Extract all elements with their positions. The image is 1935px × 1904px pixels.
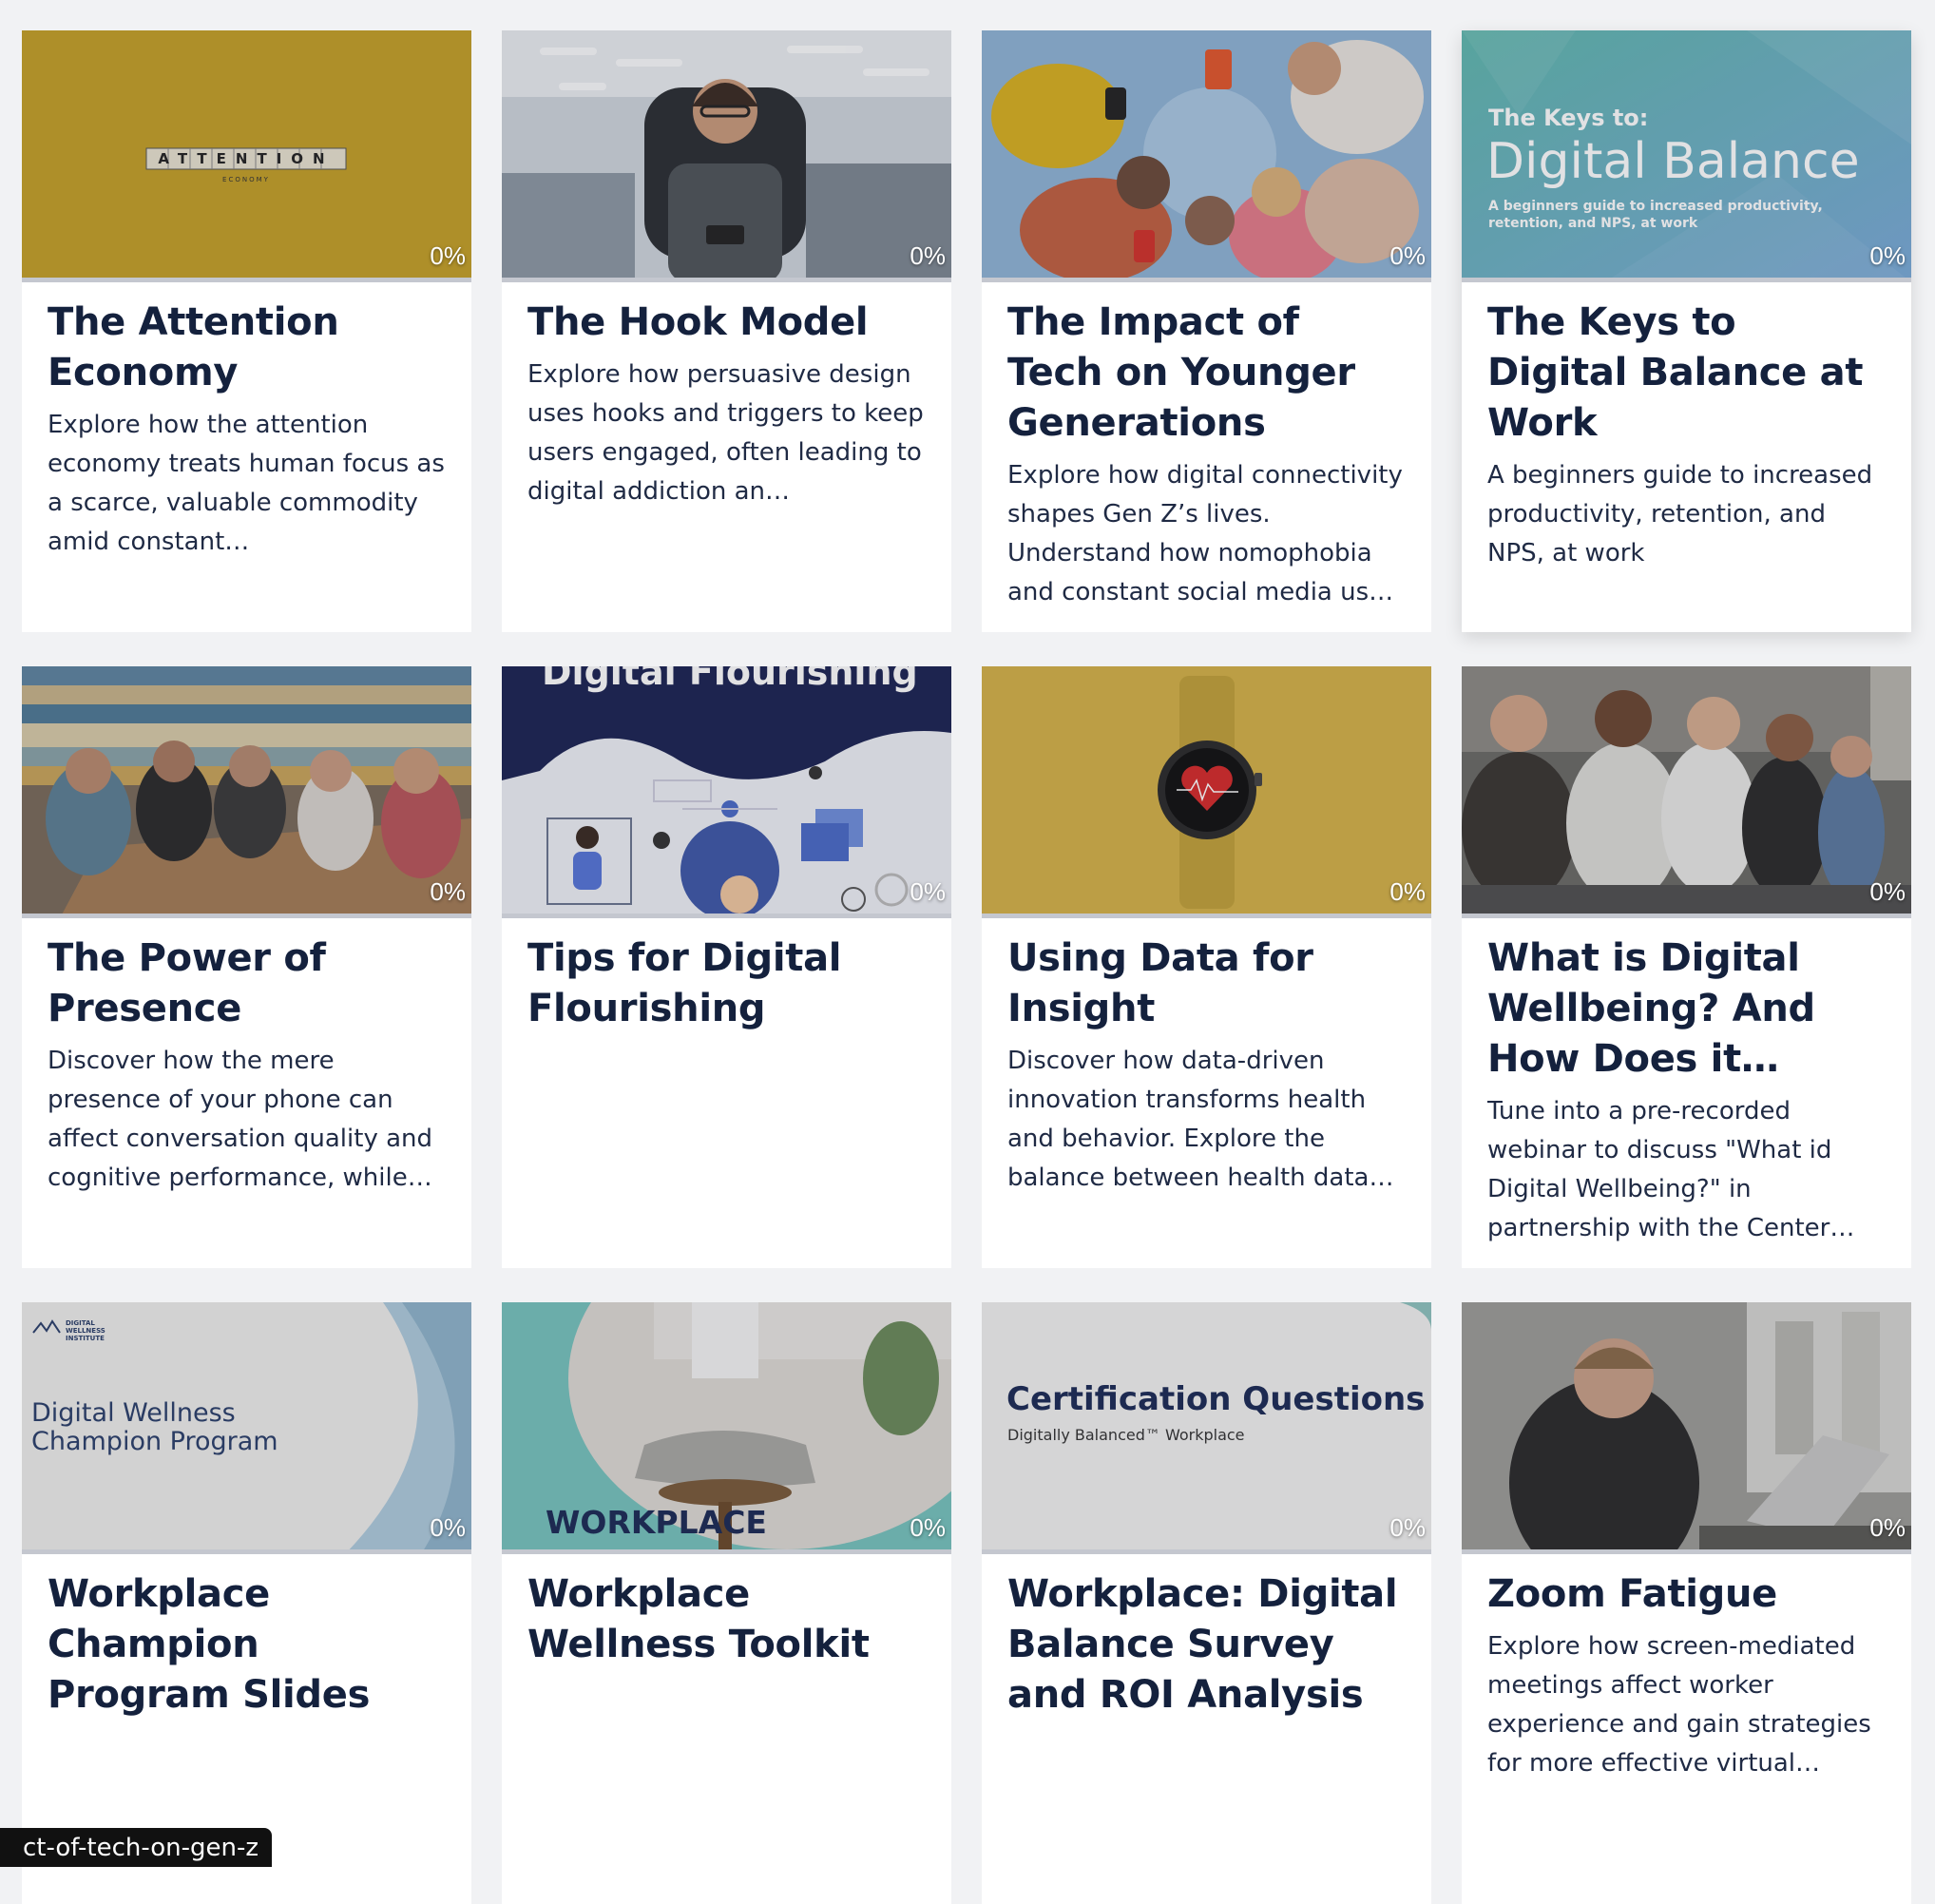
course-thumbnail[interactable]: DIGITAL WELLNESS INSTITUTE Digital Welln… <box>22 1302 471 1554</box>
thumbnail-tint <box>22 1302 471 1554</box>
thumbnail-tint <box>982 1302 1431 1554</box>
progress-label: 0% <box>1869 877 1906 906</box>
course-thumbnail[interactable]: 0% <box>982 666 1431 918</box>
progress-bar <box>502 1549 951 1554</box>
thumbnail-tint <box>982 666 1431 918</box>
progress-bar <box>1462 914 1911 918</box>
course-description: Discover how data-driven innovation tran… <box>1007 1047 1394 1192</box>
course-description: A beginners guide to increased productiv… <box>1487 461 1873 567</box>
thumbnail-tint <box>1462 1302 1911 1554</box>
thumbnail-tint <box>1462 30 1911 282</box>
progress-bar <box>982 278 1431 282</box>
progress-label: 0% <box>1389 877 1426 906</box>
progress-label: 0% <box>910 241 946 270</box>
course-card-champion-program[interactable]: DIGITAL WELLNESS INSTITUTE Digital Welln… <box>22 1302 471 1904</box>
course-card-impact-of-tech[interactable]: 0% The Impact of Tech on Younger Generat… <box>982 30 1431 632</box>
course-title[interactable]: Tips for Digital Flourishing <box>527 933 926 1034</box>
thumbnail-tint <box>22 30 471 282</box>
course-thumbnail[interactable]: Digital Flourishing 0% <box>502 666 951 918</box>
course-thumbnail[interactable]: 0% <box>1462 666 1911 918</box>
progress-label: 0% <box>910 877 946 906</box>
course-thumbnail[interactable]: 0% <box>22 666 471 918</box>
progress-bar <box>502 914 951 918</box>
thumbnail-tint <box>982 30 1431 282</box>
course-card-zoom-fatigue[interactable]: 0% Zoom Fatigue Explore how screen-media… <box>1462 1302 1911 1904</box>
progress-label: 0% <box>910 1513 946 1542</box>
progress-label: 0% <box>1389 241 1426 270</box>
course-description: Explore how screen-mediated meetings aff… <box>1487 1632 1871 1778</box>
progress-bar <box>22 1549 471 1554</box>
thumbnail-tint <box>502 30 951 282</box>
course-card-attention-economy[interactable]: ATTENTION ECONOMY 0% The Attention Econo… <box>22 30 471 632</box>
course-card-balance-survey-roi[interactable]: Certification Questions Digitally Balanc… <box>982 1302 1431 1904</box>
course-title[interactable]: The Attention Economy <box>48 298 446 398</box>
course-thumbnail[interactable]: 0% <box>1462 1302 1911 1554</box>
thumbnail-tint <box>22 666 471 918</box>
link-url-text: ct-of-tech-on-gen-z <box>23 1834 259 1862</box>
course-title[interactable]: Zoom Fatigue <box>1487 1569 1886 1620</box>
progress-bar <box>1462 278 1911 282</box>
course-card-power-of-presence[interactable]: 0% The Power of Presence Discover how th… <box>22 666 471 1268</box>
progress-bar <box>22 914 471 918</box>
thumbnail-tint <box>502 1302 951 1554</box>
course-thumbnail[interactable]: Certification Questions Digitally Balanc… <box>982 1302 1431 1554</box>
progress-label: 0% <box>430 241 466 270</box>
course-description: Explore how persuasive design uses hooks… <box>527 360 924 506</box>
progress-label: 0% <box>430 877 466 906</box>
progress-label: 0% <box>1869 1513 1906 1542</box>
progress-bar <box>22 278 471 282</box>
course-card-wellness-toolkit[interactable]: WORKPLACE 0% Workplace Wellness Toolkit <box>502 1302 951 1904</box>
progress-label: 0% <box>430 1513 466 1542</box>
course-card-digital-wellbeing-webinar[interactable]: 0% What is Digital Wellbeing? And How Do… <box>1462 666 1911 1268</box>
progress-label: 0% <box>1869 241 1906 270</box>
thumbnail-tint <box>502 666 951 918</box>
progress-bar <box>982 1549 1431 1554</box>
progress-bar <box>502 278 951 282</box>
course-card-hook-model[interactable]: 0% The Hook Model Explore how persuasive… <box>502 30 951 632</box>
course-thumbnail[interactable]: 0% <box>502 30 951 282</box>
course-card-digital-balance[interactable]: The Keys to: Digital Balance A beginners… <box>1462 30 1911 632</box>
course-title[interactable]: The Power of Presence <box>48 933 446 1034</box>
course-thumbnail[interactable]: ATTENTION ECONOMY 0% <box>22 30 471 282</box>
progress-label: 0% <box>1389 1513 1426 1542</box>
course-description: Explore how the attention economy treats… <box>48 411 445 556</box>
course-grid: ATTENTION ECONOMY 0% The Attention Econo… <box>22 30 1911 1904</box>
course-title[interactable]: What is Digital Wellbeing? And How Does … <box>1487 933 1886 1085</box>
course-thumbnail[interactable]: 0% <box>982 30 1431 282</box>
progress-bar <box>982 914 1431 918</box>
course-card-digital-flourishing[interactable]: Digital Flourishing 0% Tips for Digital … <box>502 666 951 1268</box>
course-title[interactable]: The Impact of Tech on Younger Generation… <box>1007 298 1406 449</box>
progress-bar <box>1462 1549 1911 1554</box>
link-url-status-bar: ct-of-tech-on-gen-z <box>0 1828 272 1867</box>
course-title[interactable]: The Keys to Digital Balance at Work <box>1487 298 1886 449</box>
course-description: Tune into a pre-recorded webinar to disc… <box>1487 1097 1832 1242</box>
thumbnail-tint <box>1462 666 1911 918</box>
course-title[interactable]: Workplace: Digital Balance Survey and RO… <box>1007 1569 1406 1721</box>
course-thumbnail[interactable]: The Keys to: Digital Balance A beginners… <box>1462 30 1911 282</box>
course-description: Explore how digital connectivity shapes … <box>1007 461 1403 606</box>
course-title[interactable]: The Hook Model <box>527 298 926 348</box>
course-title[interactable]: Using Data for Insight <box>1007 933 1406 1034</box>
course-title[interactable]: Workplace Champion Program Slides <box>48 1569 446 1721</box>
course-description: Discover how the mere presence of your p… <box>48 1047 433 1192</box>
course-title[interactable]: Workplace Wellness Toolkit <box>527 1569 926 1670</box>
course-thumbnail[interactable]: WORKPLACE 0% <box>502 1302 951 1554</box>
course-card-using-data[interactable]: 0% Using Data for Insight Discover how d… <box>982 666 1431 1268</box>
